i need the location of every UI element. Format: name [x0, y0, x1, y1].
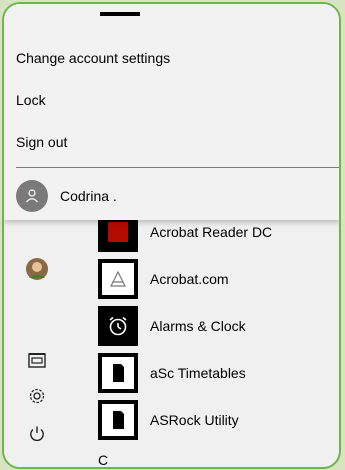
app-item-asc-timetables[interactable]: aSc Timetables — [98, 353, 246, 393]
scroll-indicator — [100, 12, 140, 16]
sign-out-item[interactable]: Sign out — [16, 134, 67, 150]
app-section-letter-c[interactable]: C — [98, 450, 109, 468]
lock-item[interactable]: Lock — [16, 92, 46, 108]
app-item-alarms-clock[interactable]: Alarms & Clock — [98, 306, 246, 346]
alarm-clock-icon — [98, 306, 138, 346]
start-menu-frame: Acrobat Reader DC Acrobat.com Alarms & C… — [2, 2, 341, 469]
person-icon — [26, 189, 38, 203]
app-label: Acrobat Reader DC — [150, 224, 273, 240]
document-icon — [98, 400, 138, 440]
documents-icon[interactable] — [24, 347, 50, 373]
account-row[interactable]: Codrina . — [16, 180, 117, 212]
change-account-settings-item[interactable]: Change account settings — [16, 50, 170, 66]
app-label: Alarms & Clock — [150, 318, 246, 334]
app-label: aSc Timetables — [150, 365, 246, 381]
avatar — [16, 180, 48, 212]
app-label: ASRock Utility — [150, 412, 239, 428]
app-label: Acrobat.com — [150, 271, 229, 287]
app-item-asrock-utility[interactable]: ASRock Utility — [98, 400, 239, 440]
acrobat-com-icon — [98, 259, 138, 299]
section-letter: C — [98, 452, 109, 468]
power-icon[interactable] — [24, 421, 50, 447]
user-avatar-icon[interactable] — [24, 256, 50, 282]
app-item-acrobat-com[interactable]: Acrobat.com — [98, 259, 229, 299]
account-name: Codrina . — [60, 188, 117, 204]
account-flyout: Change account settings Lock Sign out Co… — [4, 4, 339, 220]
document-icon — [98, 353, 138, 393]
menu-divider — [16, 167, 339, 168]
settings-gear-icon[interactable] — [24, 383, 50, 409]
